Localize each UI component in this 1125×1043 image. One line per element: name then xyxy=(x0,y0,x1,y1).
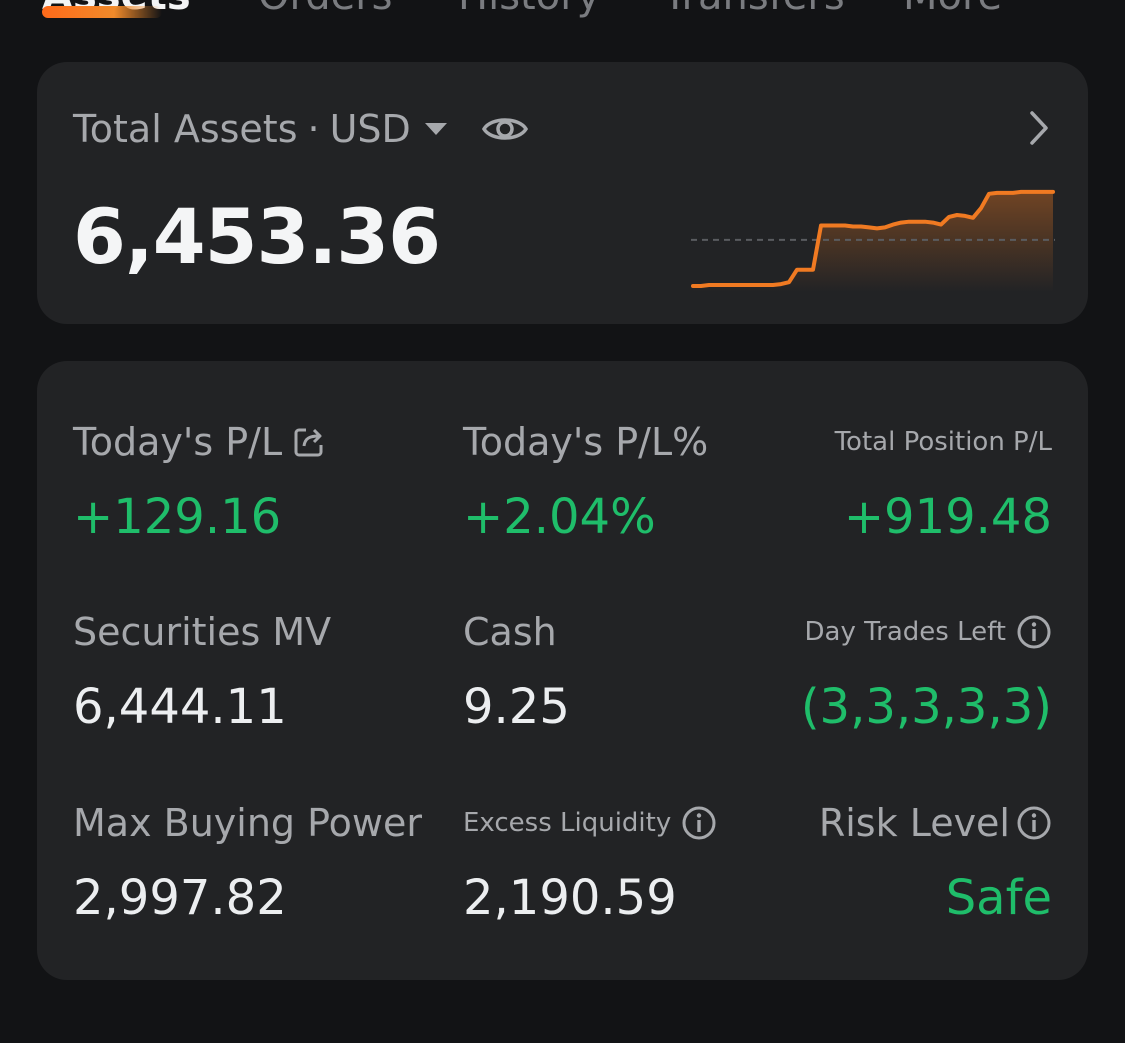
currency-selector[interactable]: USD xyxy=(330,107,411,151)
tab-history[interactable]: History xyxy=(458,0,600,18)
todays-pl-label: Today's P/L xyxy=(73,420,283,464)
info-icon[interactable] xyxy=(1016,805,1052,841)
sparkline-area xyxy=(693,191,1053,292)
eye-icon[interactable] xyxy=(481,112,529,146)
metric-securities-mv: Securities MV 6,444.11 xyxy=(73,607,423,735)
todays-pl-label-row: Today's P/L xyxy=(73,417,423,467)
account-metrics-card: Today's P/L +129.16 Today's P/L% +2.04% … xyxy=(37,361,1088,980)
total-assets-card[interactable]: Total Assets · USD 6,453.36 xyxy=(37,62,1088,324)
securities-mv-value: 6,444.11 xyxy=(73,679,287,735)
day-trades-left-value: (3,3,3,3,3) xyxy=(800,679,1052,735)
risk-level-label: Risk Level xyxy=(818,801,1010,845)
share-icon[interactable] xyxy=(292,425,326,459)
info-icon[interactable] xyxy=(1016,614,1052,650)
metric-risk-level: Risk Level Safe xyxy=(702,798,1052,926)
todays-pl-value: +129.16 xyxy=(73,489,282,545)
total-assets-value: 6,453.36 xyxy=(73,192,441,281)
metric-todays-pl: Today's P/L +129.16 xyxy=(73,417,423,545)
tab-orders[interactable]: Orders xyxy=(258,0,393,18)
securities-mv-label: Securities MV xyxy=(73,610,332,654)
assets-sparkline-chart xyxy=(691,189,1055,292)
metric-total-position-pl: Total Position P/L +919.48 xyxy=(702,417,1052,545)
tab-more[interactable]: More xyxy=(903,0,1002,18)
top-tab-bar: Assets Orders History Transfers More xyxy=(0,0,1125,20)
metric-day-trades-left: Day Trades Left (3,3,3,3,3) xyxy=(702,607,1052,735)
label-separator: · xyxy=(307,107,320,151)
risk-level-label-row: Risk Level xyxy=(702,798,1052,848)
excess-liquidity-label: Excess Liquidity xyxy=(463,808,672,838)
day-trades-left-label: Day Trades Left xyxy=(804,617,1006,647)
max-buying-power-label: Max Buying Power xyxy=(73,801,423,845)
total-assets-header: Total Assets · USD xyxy=(73,104,529,154)
total-position-pl-label: Total Position P/L xyxy=(834,427,1052,457)
day-trades-left-label-row: Day Trades Left xyxy=(702,607,1052,657)
chevron-right-icon[interactable] xyxy=(1028,110,1050,150)
total-assets-label: Total Assets xyxy=(73,107,298,151)
risk-level-value: Safe xyxy=(945,870,1052,926)
caret-down-icon[interactable] xyxy=(424,123,447,135)
total-position-pl-value: +919.48 xyxy=(843,489,1052,545)
max-buying-power-value: 2,997.82 xyxy=(73,870,287,926)
metric-max-buying-power: Max Buying Power 2,997.82 xyxy=(73,798,453,926)
tab-transfers[interactable]: Transfers xyxy=(663,0,845,18)
active-tab-indicator xyxy=(42,6,162,18)
